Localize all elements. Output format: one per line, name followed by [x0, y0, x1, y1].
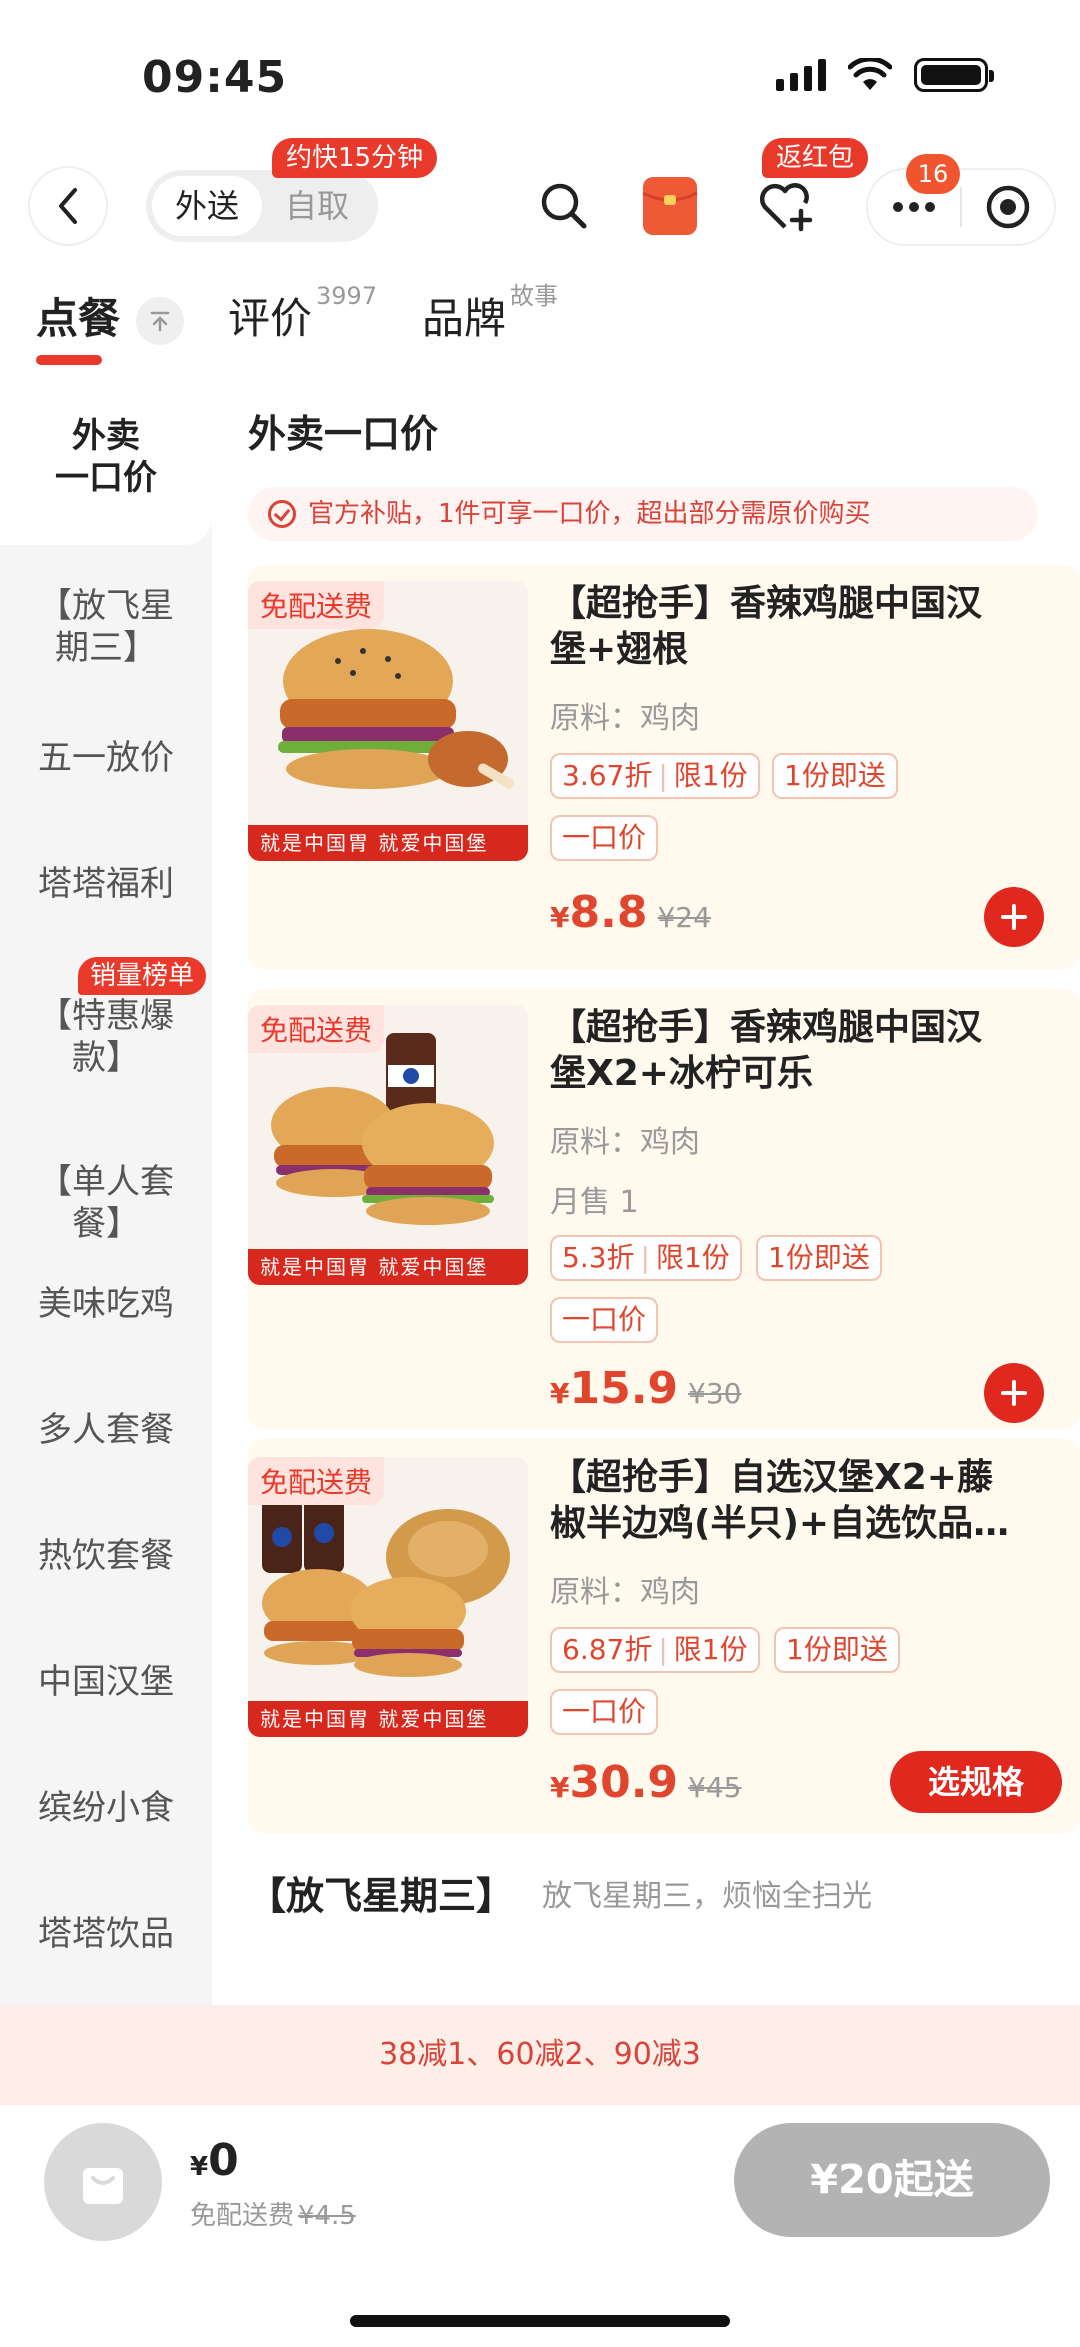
product-price: ¥8.8 ¥24: [550, 887, 711, 938]
status-time: 09:45: [142, 52, 288, 103]
tab-brand[interactable]: 品牌 故事: [422, 282, 558, 346]
product-material: 原料：鸡肉: [550, 1575, 700, 1610]
product-title: 【超抢手】自选汉堡X2+藤 椒半边鸡(半只)+自选饮品…: [550, 1457, 1010, 1544]
fixed-price-chip: 一口价: [550, 815, 659, 861]
sidebar-item-wednesday[interactable]: 【放飞星 期三】: [0, 585, 212, 669]
plus-icon: [1001, 904, 1027, 930]
pickup-tab[interactable]: 自取: [262, 176, 372, 236]
shopping-bag-icon: [83, 2168, 123, 2204]
product-slogan-banner: 就是中国胃 就爱中国堡: [248, 825, 528, 861]
collapse-up-icon: [150, 311, 170, 332]
check-circle-icon: [268, 500, 296, 528]
subsidy-note: 官方补贴，1件可享一口价，超出部分需原价购买: [248, 487, 1038, 541]
product-list: 外卖一口价 官方补贴，1件可享一口价，超出部分需原价购买 免配送费 就是中国胃 …: [212, 375, 1080, 2005]
sidebar-item-hot-drink-meal[interactable]: 热饮套餐: [0, 1535, 212, 1577]
signal-icon: [776, 59, 826, 91]
cart-bar: ¥0 免配送费 ¥4.5 ¥20起送: [0, 2105, 1080, 2347]
sidebar-item-chinese-burger[interactable]: 中国汉堡: [0, 1661, 212, 1703]
product-slogan-banner: 就是中国胃 就爱中国堡: [248, 1701, 528, 1737]
search-icon: [541, 183, 587, 229]
more-dots-icon: [893, 202, 935, 212]
product-card[interactable]: 免配送费 就是中国胃 就爱中国堡 【超抢手】香辣鸡腿中国汉 堡X2+冰柠可乐 原…: [248, 989, 1080, 1429]
tab-reviews[interactable]: 评价 3997: [228, 282, 377, 346]
target-icon: [986, 185, 1030, 229]
active-tab-indicator: [36, 355, 102, 365]
battery-icon: [914, 58, 994, 92]
red-packet-icon: [642, 177, 698, 235]
free-shipping-tag: 免配送费: [248, 581, 385, 629]
product-slogan-banner: 就是中国胃 就爱中国堡: [248, 1249, 528, 1285]
select-spec-button[interactable]: 选规格: [890, 1751, 1062, 1813]
heart-plus-icon: [759, 183, 813, 232]
message-count-badge: 16: [906, 154, 960, 194]
status-bar: 09:45: [0, 0, 1080, 150]
delivery-fee: 免配送费 ¥4.5: [190, 2201, 356, 2231]
cart-total: ¥0: [190, 2135, 239, 2186]
discount-chip: 6.87折 | 限1份: [550, 1627, 760, 1673]
close-miniprogram-button[interactable]: [962, 170, 1054, 244]
speed-badge: 约快15分钟: [272, 138, 438, 178]
product-card[interactable]: 免配送费 就是中国胃 就爱中国堡 【超抢手】自选汉堡X2+藤 椒半边鸡(半只)+…: [248, 1439, 1080, 1833]
back-button[interactable]: [30, 168, 106, 244]
delivery-mode-switch: 外送 自取: [146, 170, 378, 242]
sidebar-item-tata-welfare[interactable]: 塔塔福利: [0, 863, 212, 905]
discount-chip: 5.3折 | 限1份: [550, 1235, 742, 1281]
product-image[interactable]: 免配送费 就是中国胃 就爱中国堡: [248, 1457, 528, 1737]
instant-delivery-chip: 1份即送: [756, 1235, 882, 1281]
chevron-left-icon: [59, 188, 77, 224]
original-price: ¥30: [688, 1377, 742, 1410]
section-title: 外卖一口价: [248, 412, 439, 456]
home-indicator: [350, 2315, 730, 2327]
original-price: ¥24: [657, 901, 711, 934]
instant-delivery-chip: 1份即送: [772, 753, 898, 799]
page-tabs: 点餐 评价 3997 品牌 故事: [0, 275, 1080, 370]
delivery-tab[interactable]: 外送: [152, 176, 262, 236]
free-shipping-tag: 免配送费: [248, 1457, 385, 1505]
product-material: 原料：鸡肉: [550, 701, 700, 736]
miniprogram-capsule: [866, 168, 1056, 246]
sidebar-item-fixed-price[interactable]: 外卖 一口价: [0, 375, 212, 545]
sidebar-item-group-meal[interactable]: 多人套餐: [0, 1409, 212, 1451]
sidebar-item-snacks[interactable]: 缤纷小食: [0, 1787, 212, 1829]
checkout-button[interactable]: ¥20起送: [734, 2123, 1050, 2237]
discount-chip: 3.67折 | 限1份: [550, 753, 760, 799]
product-card[interactable]: 免配送费 就是中国胃 就爱中国堡 【超抢手】香辣鸡腿中国汉 堡+翅根 原料：鸡肉…: [248, 565, 1080, 969]
fixed-price-chip: 一口价: [550, 1297, 659, 1343]
product-price: ¥15.9 ¥30: [550, 1363, 742, 1414]
add-to-cart-button[interactable]: [984, 887, 1044, 947]
product-title: 【超抢手】香辣鸡腿中国汉 堡X2+冰柠可乐: [550, 1007, 983, 1094]
status-icons: [776, 58, 994, 92]
collapse-button[interactable]: [136, 297, 184, 345]
top-nav: 外送 自取 约快15分钟 返红包 16: [0, 138, 1080, 260]
wifi-icon: [848, 58, 892, 90]
product-image[interactable]: 免配送费 就是中国胃 就爱中国堡: [248, 1005, 528, 1285]
category-sidebar: 外卖 一口价 【放飞星 期三】 五一放价 塔塔福利 【特惠爆 款】 销量榜单 【单人套…: [0, 375, 212, 2005]
product-price: ¥30.9 ¥45: [550, 1757, 742, 1808]
product-image[interactable]: 免配送费 就是中国胃 就爱中国堡: [248, 581, 528, 861]
favorite-button[interactable]: [752, 172, 820, 240]
full-reduction-promo[interactable]: 38减1、60减2、90减3: [0, 2005, 1080, 2105]
cart-button[interactable]: [44, 2123, 162, 2241]
next-section-title: 【放飞星期三】: [248, 1874, 515, 1918]
red-packet-button[interactable]: [636, 172, 704, 240]
sidebar-item-chicken[interactable]: 美味吃鸡: [0, 1283, 212, 1325]
sidebar-item-hot-deals[interactable]: 【特惠爆 款】: [0, 995, 212, 1079]
add-to-cart-button[interactable]: [984, 1363, 1044, 1423]
next-section-subtitle: 放飞星期三，烦恼全扫光: [542, 1879, 872, 1914]
product-material: 原料：鸡肉: [550, 1125, 700, 1160]
product-title: 【超抢手】香辣鸡腿中国汉 堡+翅根: [550, 583, 983, 670]
instant-delivery-chip: 1份即送: [774, 1627, 900, 1673]
redpacket-return-badge: 返红包: [762, 138, 869, 178]
bestseller-tag: 销量榜单: [78, 957, 207, 995]
monthly-sales: 月售 1: [550, 1185, 639, 1220]
plus-icon: [1001, 1380, 1027, 1406]
sidebar-item-mayday[interactable]: 五一放价: [0, 737, 212, 779]
fixed-price-chip: 一口价: [550, 1689, 659, 1735]
tab-order[interactable]: 点餐: [36, 285, 120, 346]
sidebar-item-single-meal[interactable]: 【单人套 餐】: [0, 1161, 212, 1245]
search-button[interactable]: [530, 172, 598, 240]
sidebar-item-drinks[interactable]: 塔塔饮品: [0, 1913, 212, 1955]
free-shipping-tag: 免配送费: [248, 1005, 385, 1053]
original-price: ¥45: [688, 1771, 742, 1804]
